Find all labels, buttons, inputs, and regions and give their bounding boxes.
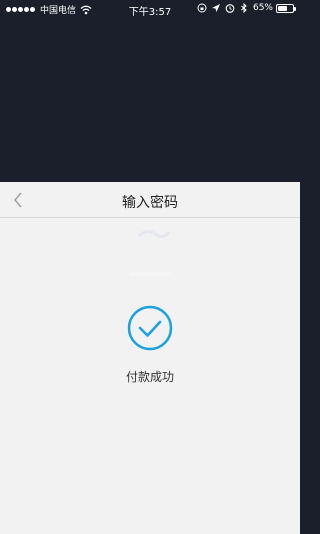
faded-placeholder [130,272,172,276]
nav-bar: 输入密码 [0,182,300,218]
alarm-icon [225,4,235,13]
bluetooth-icon [241,3,247,13]
dimmed-background: 中国电信 下午3:57 65% [0,0,300,182]
faded-logo-icon [137,229,171,239]
status-bar: 中国电信 下午3:57 65% [0,0,300,18]
password-sheet: 输入密码 付款成功 [0,182,300,534]
success-message: 付款成功 [125,370,174,384]
location-icon [211,4,220,12]
page-title: 输入密码 [122,195,178,211]
check-circle-icon [127,305,173,351]
battery-icon [276,3,296,13]
battery-fill [278,5,287,11]
battery-percentage: 65% [252,3,273,13]
status-right: 65% [193,3,296,13]
lock-rotation-icon [197,3,207,13]
